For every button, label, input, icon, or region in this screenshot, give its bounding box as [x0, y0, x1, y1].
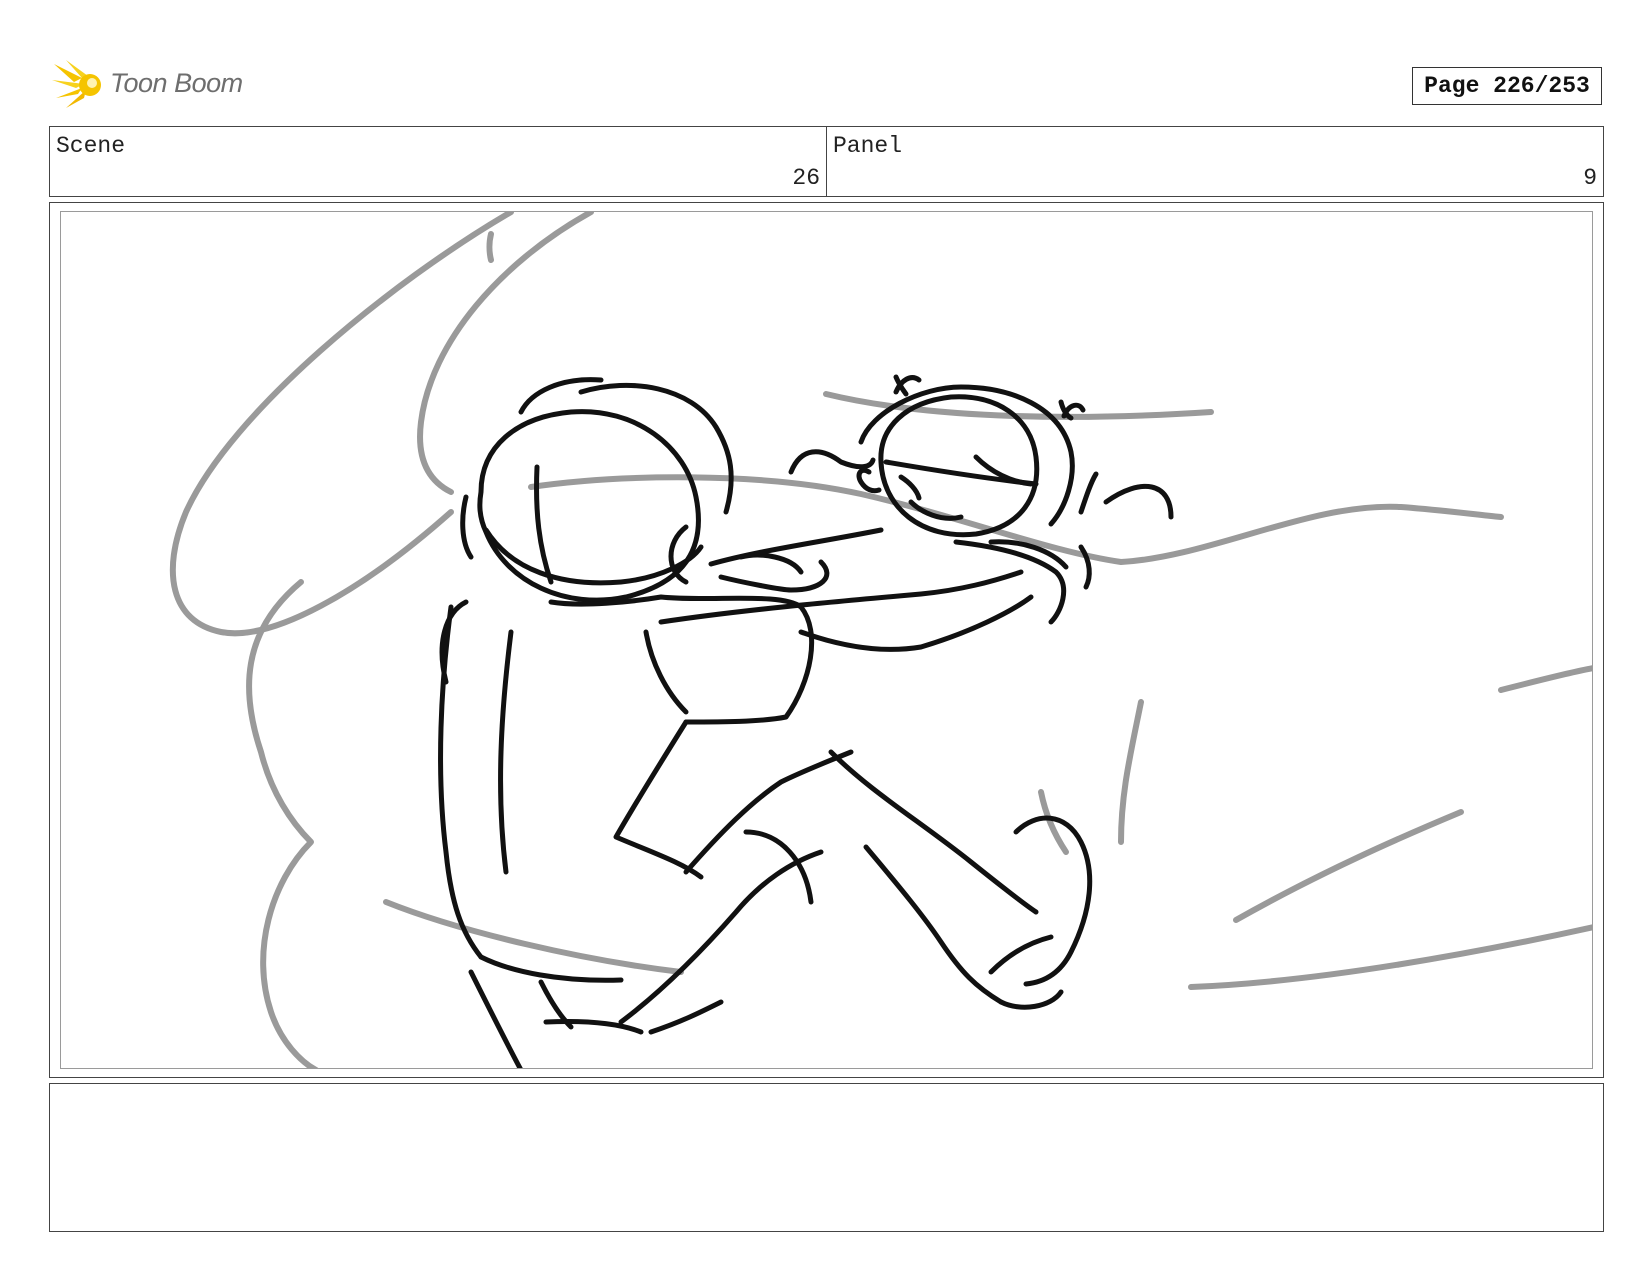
- scene-cell: Scene 26: [50, 127, 826, 196]
- page-counter: Page 226/253: [1412, 67, 1602, 105]
- scene-number: 26: [792, 165, 820, 191]
- storyboard-drawing-area: [60, 211, 1593, 1069]
- panel-number: 9: [1583, 165, 1597, 191]
- scene-panel-header: Scene 26 Panel 9: [49, 126, 1604, 197]
- panel-notes-box: [49, 1083, 1604, 1232]
- panel-cell: Panel 9: [826, 127, 1603, 196]
- starburst-logo-icon: [52, 60, 101, 108]
- logo-wordmark: Toon Boom: [110, 68, 243, 98]
- panel-label: Panel: [833, 133, 903, 159]
- storyboard-sketch-image: [169, 212, 1592, 1068]
- scene-label: Scene: [56, 133, 126, 159]
- toon-boom-logo: Toon Boom: [52, 58, 262, 114]
